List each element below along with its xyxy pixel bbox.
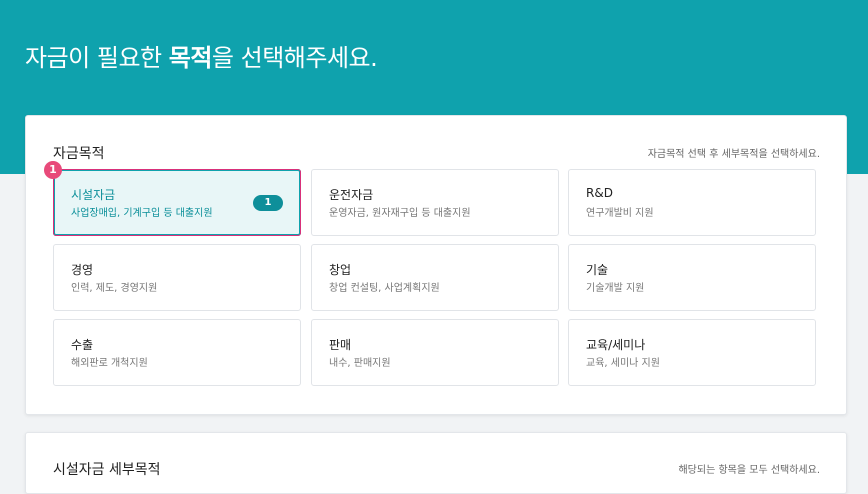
tile-description: 연구개발비 지원: [586, 208, 654, 219]
title-emphasis: 목적: [168, 44, 213, 72]
purpose-tile-management[interactable]: 경영 인력, 제도, 경영지원: [53, 244, 301, 311]
tile-description: 창업 컨설팅, 사업계획지원: [329, 283, 440, 294]
purpose-tile-technology[interactable]: 기술 기술개발 지원: [568, 244, 816, 311]
tile-name: 창업: [329, 263, 352, 277]
tile-name: 수출: [71, 338, 94, 352]
purpose-section-hint: 자금목적 선택 후 세부목적을 선택하세요.: [647, 149, 820, 160]
title-suffix: 을 선택해주세요.: [211, 44, 378, 72]
purpose-tile-startup[interactable]: 창업 창업 컨설팅, 사업계획지원: [311, 244, 559, 311]
purpose-tile-operating[interactable]: 운전자금 운영자금, 원자재구입 등 대출지원: [311, 169, 559, 236]
tile-description: 기술개발 지원: [586, 283, 645, 294]
tile-description: 교육, 세미나 지원: [586, 358, 660, 369]
purpose-tile-rnd[interactable]: R&D 연구개발비 지원: [568, 169, 816, 236]
selected-count-badge: 1: [253, 195, 283, 211]
tile-name: 경영: [71, 263, 94, 277]
tile-name: 교육/세미나: [586, 338, 646, 352]
tile-description: 운영자금, 원자재구입 등 대출지원: [329, 208, 471, 219]
page-title: 자금이 필요한 목적을 선택해주세요.: [25, 38, 378, 73]
tile-name: 기술: [586, 263, 609, 277]
title-prefix: 자금이 필요한: [25, 44, 169, 72]
purpose-tile-education[interactable]: 교육/세미나 교육, 세미나 지원: [568, 319, 816, 386]
tile-name: 판매: [329, 338, 352, 352]
tile-description: 해외판로 개척지원: [71, 358, 148, 369]
purpose-tile-sales[interactable]: 판매 내수, 판매지원: [311, 319, 559, 386]
step-marker: 1: [44, 161, 62, 179]
detail-section-title: 시설자금 세부목적: [53, 462, 161, 478]
purpose-section-title: 자금목적: [53, 146, 105, 162]
tile-description: 인력, 제도, 경영지원: [71, 283, 158, 294]
tile-description: 내수, 판매지원: [329, 358, 391, 369]
purpose-tile-export[interactable]: 수출 해외판로 개척지원: [53, 319, 301, 386]
detail-card: 시설자금 세부목적 해당되는 항목을 모두 선택하세요.: [25, 432, 847, 494]
detail-section-hint: 해당되는 항목을 모두 선택하세요.: [678, 465, 820, 476]
purpose-tile-facility[interactable]: 시설자금 사업장매입, 기계구입 등 대출지원 1: [53, 169, 301, 236]
purpose-card: 자금목적 자금목적 선택 후 세부목적을 선택하세요. 시설자금 사업장매입, …: [25, 115, 847, 415]
tile-name: 운전자금: [329, 188, 374, 202]
tile-name: 시설자금: [71, 188, 116, 202]
tile-description: 사업장매입, 기계구입 등 대출지원: [71, 208, 213, 219]
tile-name: R&D: [586, 186, 613, 200]
